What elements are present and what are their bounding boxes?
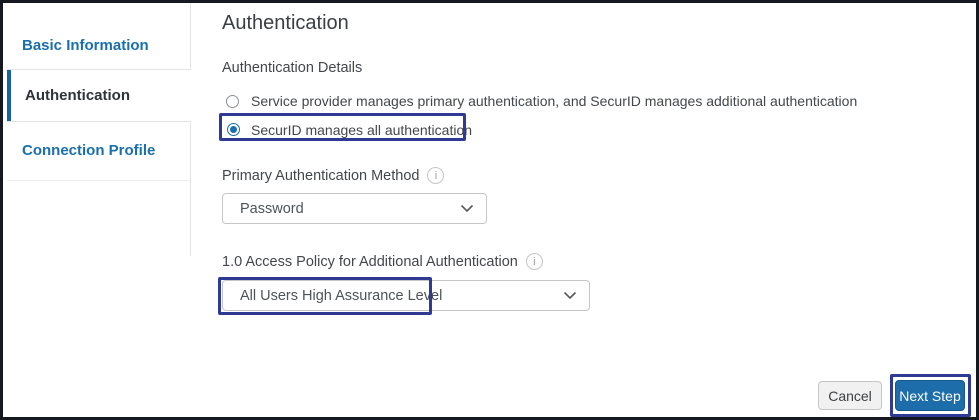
radio-unselected-icon[interactable] xyxy=(226,95,239,108)
cancel-button[interactable]: Cancel xyxy=(818,381,882,410)
radio-option-securid-all[interactable]: SecurID manages all authentication xyxy=(227,118,472,141)
wizard-panel: Basic Information Authentication Connect… xyxy=(0,0,979,420)
info-icon[interactable]: i xyxy=(526,253,543,270)
sidebar-divider-bottom xyxy=(190,122,191,256)
primary-method-selected-value: Password xyxy=(240,201,304,217)
next-step-button[interactable]: Next Step xyxy=(895,380,965,411)
radio-option-label: Service provider manages primary authent… xyxy=(251,93,857,109)
access-policy-field-label: 1.0 Access Policy for Additional Authent… xyxy=(222,253,543,270)
access-policy-select[interactable]: All Users High Assurance Level xyxy=(222,280,590,311)
access-policy-selected-value: All Users High Assurance Level xyxy=(240,288,442,304)
chevron-down-icon xyxy=(563,291,577,300)
primary-method-field-label: Primary Authentication Method i xyxy=(222,167,444,184)
sidebar-item-authentication[interactable]: Authentication xyxy=(7,69,191,122)
active-tab-indicator-bar xyxy=(7,70,11,121)
info-icon[interactable]: i xyxy=(427,167,444,184)
page-title: Authentication xyxy=(222,12,349,35)
radio-selected-icon[interactable] xyxy=(227,123,240,136)
sidebar-item-connection-profile[interactable]: Connection Profile xyxy=(22,141,155,161)
radio-option-service-provider[interactable]: Service provider manages primary authent… xyxy=(226,93,857,109)
chevron-down-icon xyxy=(460,204,474,213)
sidebar-item-basic-information[interactable]: Basic Information xyxy=(22,36,149,56)
sidebar-divider-top xyxy=(190,3,191,69)
sidebar-item-label: Authentication xyxy=(7,87,130,104)
authentication-details-label: Authentication Details xyxy=(222,60,362,76)
primary-method-label-text: Primary Authentication Method xyxy=(222,168,419,184)
radio-option-label: SecurID manages all authentication xyxy=(251,122,472,138)
sidebar-item-divider xyxy=(7,180,190,181)
access-policy-label-text: 1.0 Access Policy for Additional Authent… xyxy=(222,254,518,270)
primary-method-select[interactable]: Password xyxy=(222,193,487,224)
